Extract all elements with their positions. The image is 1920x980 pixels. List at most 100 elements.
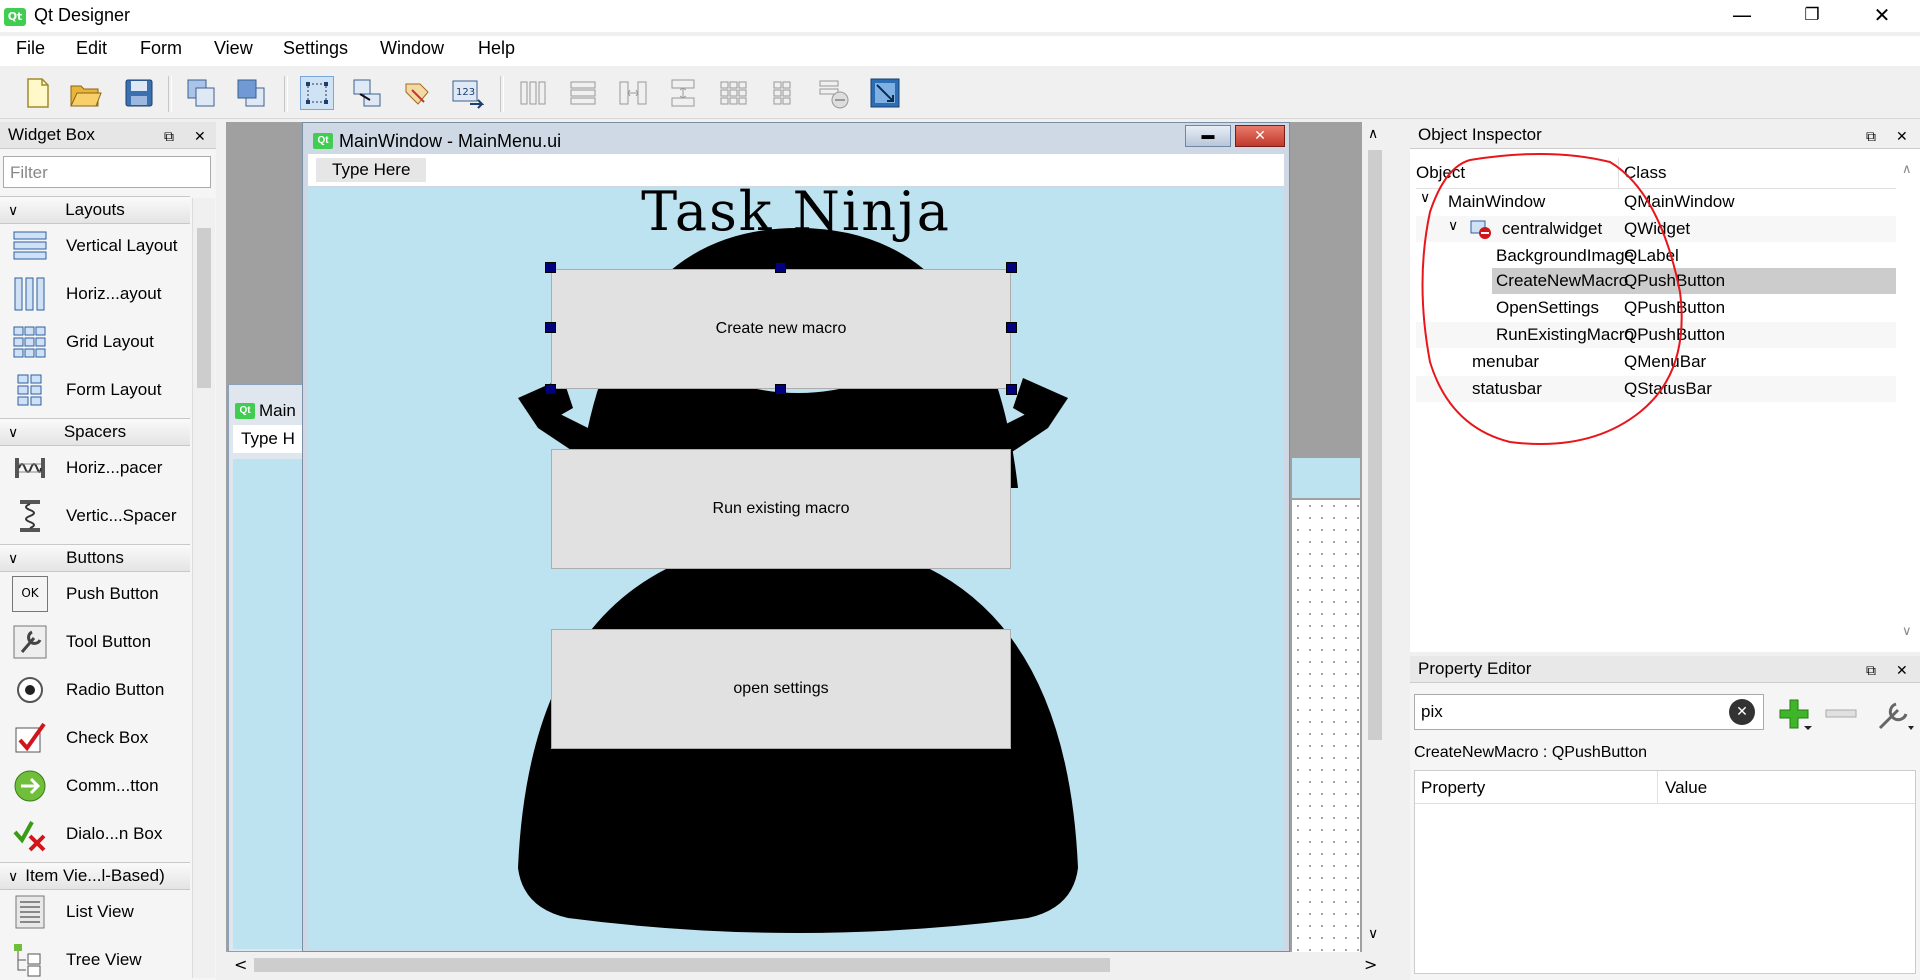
scroll-down-icon[interactable]: ∨	[1368, 926, 1378, 942]
widget-command-link-button[interactable]: Comm...tton	[10, 766, 200, 806]
close-window-button[interactable]: ✕	[1852, 0, 1912, 32]
open-form-icon[interactable]	[68, 76, 102, 110]
widget-vertical-layout[interactable]: Vertical Layout	[10, 226, 200, 266]
float-panel-icon[interactable]: ⧉	[164, 124, 174, 150]
push-button-icon: OK	[12, 576, 48, 612]
edit-tab-order-icon[interactable]: 123	[450, 76, 485, 110]
category-item-views[interactable]: ∨ Item Vie...l-Based)	[0, 862, 190, 890]
widget-radio-button[interactable]: Radio Button	[10, 670, 200, 710]
category-buttons-label: Buttons	[66, 548, 124, 567]
tool-button-icon	[13, 625, 47, 659]
mdi-vertical-scrollbar[interactable]: ∧ ∨	[1362, 122, 1388, 952]
category-spacers[interactable]: ∨ Spacers	[0, 418, 190, 446]
background-type-here[interactable]: Type H	[241, 429, 295, 449]
scroll-left-icon[interactable]: <	[234, 955, 247, 974]
resize-handle[interactable]	[1006, 322, 1017, 333]
widget-grid-layout[interactable]: Grid Layout	[10, 322, 200, 362]
new-form-icon[interactable]	[20, 76, 54, 110]
break-layout-icon[interactable]	[816, 76, 850, 110]
form-close-button[interactable]: ✕	[1235, 125, 1285, 147]
edit-widgets-icon[interactable]	[300, 76, 334, 110]
save-form-icon[interactable]	[122, 76, 156, 110]
restore-button[interactable]: ❐	[1782, 0, 1842, 32]
widget-filter-input[interactable]: Filter	[3, 156, 211, 188]
tree-view-icon	[14, 944, 41, 977]
category-spacers-label: Spacers	[63, 422, 127, 441]
lay-out-horizontal-splitter-icon[interactable]	[616, 76, 650, 110]
check-box-label: Check Box	[66, 728, 149, 747]
type-here-menu[interactable]: Type Here	[316, 158, 427, 182]
widget-horizontal-layout[interactable]: Horiz...ayout	[10, 274, 200, 314]
menu-settings[interactable]: Settings	[283, 38, 348, 59]
add-dynamic-property-icon[interactable]	[1774, 696, 1814, 732]
widget-box-scrollbar[interactable]	[192, 198, 215, 978]
form-layout-label: Form Layout	[66, 380, 162, 399]
menu-file[interactable]: File	[16, 38, 45, 59]
resize-handle[interactable]	[775, 262, 786, 273]
widget-dialog-button-box[interactable]: Dialo...n Box	[10, 814, 200, 854]
resize-handle[interactable]	[545, 322, 556, 333]
widget-check-box[interactable]: Check Box	[10, 718, 200, 758]
widget-form-layout[interactable]: Form Layout	[10, 370, 200, 410]
title-bar: Qt Qt Designer — ❐ ✕	[0, 0, 1920, 32]
edit-buddies-icon[interactable]	[400, 76, 434, 110]
qt-icon: Qt	[235, 403, 255, 419]
radio-button-icon	[17, 677, 43, 703]
create-new-macro-button[interactable]: Create new macro	[551, 269, 1011, 389]
menu-edit[interactable]: Edit	[76, 38, 107, 59]
run-existing-macro-button[interactable]: Run existing macro	[551, 449, 1011, 569]
widget-tool-button[interactable]: Tool Button	[10, 622, 200, 662]
open-settings-button[interactable]: open settings	[551, 629, 1011, 749]
menu-window[interactable]: Window	[380, 38, 444, 59]
clear-filter-icon[interactable]: ✕	[1729, 699, 1755, 725]
resize-handle[interactable]	[1006, 384, 1017, 395]
vertical-layout-label: Vertical Layout	[66, 236, 178, 255]
check-box-icon	[15, 722, 46, 753]
column-property[interactable]: Property	[1421, 778, 1485, 798]
menu-help[interactable]: Help	[478, 38, 515, 59]
form-grid-area	[1292, 500, 1360, 952]
resize-handle[interactable]	[1006, 262, 1017, 273]
column-value[interactable]: Value	[1665, 778, 1707, 798]
widget-push-button[interactable]: OK Push Button	[10, 574, 200, 614]
svg-text:123: 123	[456, 87, 475, 98]
menu-form[interactable]: Form	[140, 38, 182, 59]
form-minimize-button[interactable]: ▬	[1185, 125, 1231, 147]
close-panel-icon[interactable]: ✕	[1896, 658, 1908, 684]
widget-tree-view[interactable]: Tree View	[10, 940, 200, 980]
close-panel-icon[interactable]: ✕	[194, 124, 206, 150]
widget-box-panel: Widget Box ⧉ ✕ Filter ∨ Layouts Vertical…	[0, 122, 216, 980]
lay-out-vertically-icon[interactable]	[566, 76, 600, 110]
widget-vertical-spacer[interactable]: Vertic...Spacer	[10, 496, 200, 536]
resize-handle[interactable]	[775, 384, 786, 395]
background-form-window[interactable]: Qt Main Type H	[228, 384, 309, 952]
category-layouts[interactable]: ∨ Layouts	[0, 196, 190, 224]
menu-view[interactable]: View	[214, 38, 253, 59]
lay-out-grid-icon[interactable]	[716, 76, 750, 110]
category-buttons[interactable]: ∨ Buttons	[0, 544, 190, 572]
resize-handle[interactable]	[545, 384, 556, 395]
remove-dynamic-property-icon[interactable]	[1824, 704, 1860, 724]
edit-signals-slots-icon[interactable]	[350, 76, 384, 110]
lay-out-vertical-splitter-icon[interactable]	[666, 76, 700, 110]
lay-out-horizontally-icon[interactable]	[516, 76, 550, 110]
scroll-right-icon[interactable]: >	[1364, 955, 1377, 974]
bring-to-front-icon[interactable]	[234, 76, 268, 110]
property-filter-input[interactable]: pix ✕	[1414, 694, 1764, 730]
adjust-size-icon[interactable]	[868, 76, 902, 110]
minimize-button[interactable]: —	[1712, 0, 1772, 32]
scroll-thumb[interactable]	[254, 958, 1110, 972]
scroll-thumb[interactable]	[1368, 150, 1382, 740]
widget-list-view[interactable]: List View	[10, 892, 200, 932]
resize-handle[interactable]	[545, 262, 556, 273]
lay-out-form-icon[interactable]	[766, 76, 800, 110]
scroll-up-icon[interactable]: ∧	[1368, 126, 1378, 142]
radio-button-label: Radio Button	[66, 680, 165, 699]
mdi-horizontal-scrollbar[interactable]: < >	[226, 952, 1388, 978]
configure-wrench-icon[interactable]	[1874, 696, 1914, 732]
scroll-down-icon[interactable]: ∨	[1902, 624, 1912, 639]
send-to-back-icon[interactable]	[184, 76, 218, 110]
widget-box-title: Widget Box ⧉ ✕	[0, 122, 216, 149]
float-panel-icon[interactable]: ⧉	[1866, 658, 1876, 684]
widget-horizontal-spacer[interactable]: Horiz...pacer	[10, 448, 200, 488]
